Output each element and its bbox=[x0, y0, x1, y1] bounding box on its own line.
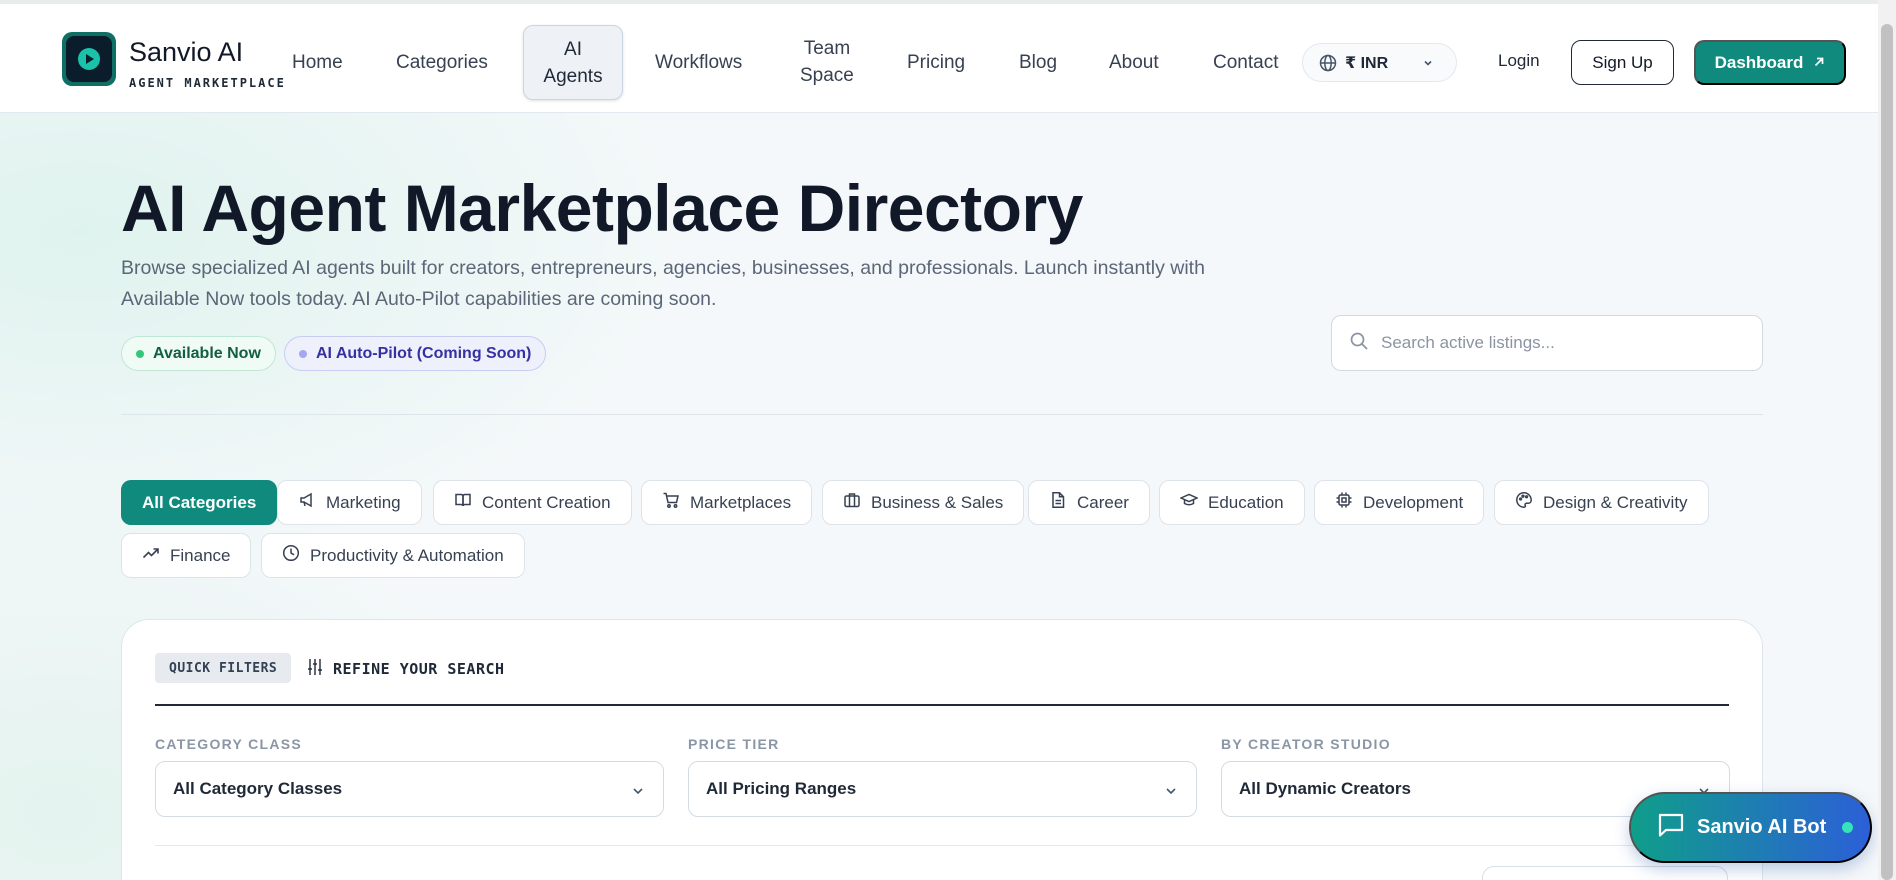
briefcase-icon bbox=[843, 491, 861, 514]
category-chip-all[interactable]: All Categories bbox=[121, 480, 278, 525]
chatbot-launcher[interactable]: Sanvio AI Bot bbox=[1629, 792, 1872, 863]
dashboard-button[interactable]: Dashboard bbox=[1694, 40, 1846, 85]
chip-label: Marketing bbox=[326, 492, 401, 512]
category-chip-education[interactable]: Education bbox=[1159, 480, 1305, 525]
login-link[interactable]: Login bbox=[1498, 51, 1540, 71]
nav-team-space-line2: Space bbox=[800, 65, 854, 86]
trending-up-icon bbox=[142, 544, 160, 567]
chip-label: Career bbox=[1077, 492, 1129, 512]
chip-label: Development bbox=[1363, 492, 1464, 512]
globe-icon bbox=[1319, 54, 1337, 72]
category-chip-content-creation[interactable]: Content Creation bbox=[433, 480, 632, 525]
chip-label: Content Creation bbox=[482, 492, 611, 512]
scrollbar-thumb[interactable] bbox=[1881, 24, 1893, 880]
dashboard-label: Dashboard bbox=[1714, 52, 1804, 72]
chevron-down-icon bbox=[1422, 56, 1434, 74]
badge-label: AI Auto-Pilot (Coming Soon) bbox=[316, 344, 532, 362]
section-divider bbox=[121, 414, 1763, 415]
category-chip-finance[interactable]: Finance bbox=[121, 533, 252, 578]
quick-filters-badge: QUICK FILTERS bbox=[155, 653, 292, 683]
nav-ai-agents[interactable]: AI Agents bbox=[523, 25, 623, 100]
brand-tagline: AGENT MARKETPLACE bbox=[129, 76, 286, 90]
badge-label: Available Now bbox=[153, 344, 261, 362]
chip-label: Business & Sales bbox=[871, 492, 1004, 512]
status-badge-available: Available Now bbox=[121, 336, 276, 371]
nav-about[interactable]: About bbox=[1109, 49, 1159, 76]
top-navbar: Sanvio AI AGENT MARKETPLACE Home Categor… bbox=[0, 0, 1878, 113]
cart-icon bbox=[662, 491, 680, 514]
graduation-cap-icon bbox=[1179, 491, 1199, 514]
search-input[interactable] bbox=[1381, 333, 1741, 353]
chip-label: All Categories bbox=[142, 492, 257, 512]
filter-label-price-tier: PRICE TIER bbox=[688, 736, 780, 752]
brand-logo[interactable] bbox=[62, 32, 116, 86]
status-dot bbox=[299, 349, 307, 358]
nav-pricing[interactable]: Pricing bbox=[907, 49, 965, 76]
refine-label: REFINE YOUR SEARCH bbox=[333, 660, 505, 678]
category-chip-marketplaces[interactable]: Marketplaces bbox=[641, 480, 813, 525]
select-value: All Category Classes bbox=[173, 779, 343, 798]
sliders-icon bbox=[307, 658, 323, 680]
nav-contact[interactable]: Contact bbox=[1213, 49, 1278, 76]
chip-label: Productivity & Automation bbox=[310, 545, 504, 565]
nav-categories[interactable]: Categories bbox=[396, 49, 488, 76]
chip-label: Marketplaces bbox=[690, 492, 792, 512]
page-title: AI Agent Marketplace Directory bbox=[121, 171, 1083, 245]
cpu-chip-icon bbox=[1335, 491, 1353, 514]
chevron-down-icon bbox=[631, 783, 645, 803]
filters-divider bbox=[155, 704, 1729, 706]
nav-workflows[interactable]: Workflows bbox=[655, 49, 742, 76]
nav-ai-agents-line1: AI bbox=[564, 38, 582, 60]
currency-label: ₹ INR bbox=[1345, 54, 1389, 72]
status-badge-autopilot: AI Auto-Pilot (Coming Soon) bbox=[284, 336, 547, 371]
subtitle-line-1: Browse specialized AI agents built for c… bbox=[121, 257, 1205, 279]
filter-label-creator-studio: BY CREATOR STUDIO bbox=[1221, 736, 1391, 752]
category-chip-development[interactable]: Development bbox=[1314, 480, 1485, 525]
filter-label-category-class: CATEGORY CLASS bbox=[155, 736, 303, 752]
nav-ai-agents-line2: Agents bbox=[543, 65, 603, 87]
subtitle-line-2: Available Now tools today. AI Auto-Pilot… bbox=[121, 288, 717, 310]
book-open-icon bbox=[454, 491, 472, 514]
category-chip-design-creativity[interactable]: Design & Creativity bbox=[1494, 480, 1709, 525]
megaphone-icon bbox=[298, 491, 316, 514]
signup-button[interactable]: Sign Up bbox=[1571, 40, 1674, 85]
clock-icon bbox=[282, 544, 300, 567]
status-dot bbox=[136, 349, 144, 358]
refine-heading: REFINE YOUR SEARCH bbox=[307, 658, 505, 680]
arrow-up-right-icon bbox=[1813, 53, 1825, 73]
select-value: All Dynamic Creators bbox=[1239, 779, 1411, 798]
category-chip-marketing[interactable]: Marketing bbox=[277, 480, 422, 525]
search-box[interactable] bbox=[1331, 315, 1763, 371]
chatbot-label: Sanvio AI Bot bbox=[1697, 816, 1827, 838]
page-subtitle: Browse specialized AI agents built for c… bbox=[121, 253, 1271, 315]
chip-label: Design & Creativity bbox=[1543, 492, 1688, 512]
chat-bubble-icon bbox=[1657, 812, 1685, 844]
category-chip-career[interactable]: Career bbox=[1028, 480, 1150, 525]
currency-selector[interactable]: ₹ INR bbox=[1302, 43, 1457, 82]
category-chip-productivity-automation[interactable]: Productivity & Automation bbox=[261, 533, 525, 578]
document-icon bbox=[1049, 491, 1067, 514]
nav-home[interactable]: Home bbox=[292, 49, 343, 76]
palette-icon bbox=[1515, 491, 1533, 514]
nav-team-space[interactable]: Team Space bbox=[800, 35, 854, 89]
category-chip-business-sales[interactable]: Business & Sales bbox=[822, 480, 1025, 525]
search-icon bbox=[1349, 331, 1369, 356]
nav-blog[interactable]: Blog bbox=[1019, 49, 1057, 76]
nav-team-space-line1: Team bbox=[803, 38, 851, 59]
brand-name[interactable]: Sanvio AI bbox=[129, 37, 243, 68]
price-tier-select[interactable]: All Pricing Ranges bbox=[688, 761, 1197, 817]
partial-control[interactable] bbox=[1482, 866, 1728, 880]
sparkle-logo-icon bbox=[66, 36, 112, 82]
select-value: All Pricing Ranges bbox=[706, 779, 857, 798]
filters-bottom-divider bbox=[155, 845, 1729, 846]
category-class-select[interactable]: All Category Classes bbox=[155, 761, 664, 817]
chip-label: Education bbox=[1208, 492, 1284, 512]
online-status-dot bbox=[1842, 822, 1854, 833]
chevron-down-icon bbox=[1164, 783, 1178, 803]
chip-label: Finance bbox=[170, 545, 231, 565]
